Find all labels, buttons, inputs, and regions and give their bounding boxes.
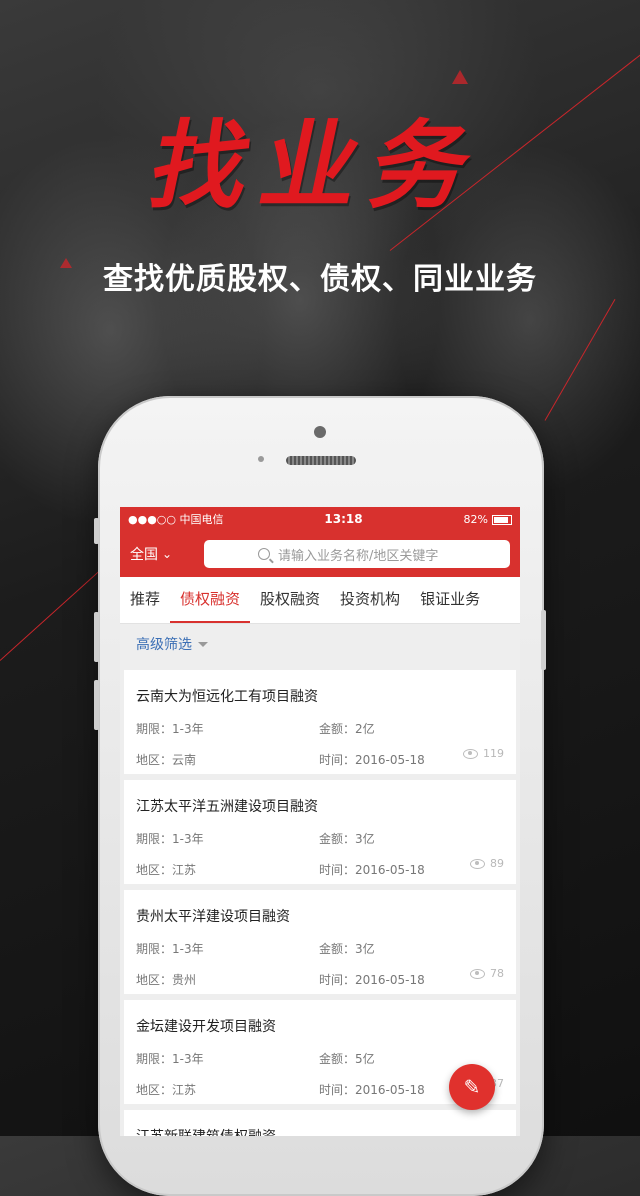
battery-status: 82% — [464, 513, 512, 526]
eye-icon — [470, 968, 485, 979]
filter-label: 高级筛选 — [136, 637, 192, 653]
project-amount: 金额：5亿 — [319, 1052, 375, 1066]
project-region: 地区：江苏 — [136, 1083, 197, 1097]
project-title: 江苏太平洋五洲建设项目融资 — [136, 799, 318, 815]
project-region: 地区：云南 — [136, 753, 197, 767]
project-amount: 金额：3亿 — [319, 942, 375, 956]
search-icon — [258, 548, 270, 560]
tab-recommend[interactable]: 推荐 — [120, 577, 170, 623]
decor-triangle-icon — [452, 70, 468, 84]
region-label: 全国 — [130, 547, 158, 563]
phone-speaker — [286, 456, 356, 465]
tab-investment-institutions[interactable]: 投资机构 — [330, 577, 410, 623]
project-term: 期限：1-3年 — [136, 832, 204, 846]
view-count-value: 119 — [483, 747, 504, 760]
advanced-filter[interactable]: 高级筛选 — [120, 624, 520, 664]
phone-side-button — [94, 612, 99, 662]
project-time: 时间：2016-05-18 — [319, 753, 425, 767]
eye-icon — [463, 748, 478, 759]
status-bar: ●●●○○ 中国电信 13:18 82% — [120, 507, 520, 531]
project-card[interactable]: 江苏新联建筑债权融资 — [124, 1110, 516, 1136]
phone-camera — [314, 426, 326, 438]
hero-subtitle: 查找优质股权、债权、同业业务 — [103, 262, 537, 297]
project-card[interactable]: 江苏太平洋五洲建设项目融资 期限：1-3年 金额：3亿 地区：江苏 时间：2016-… — [124, 780, 516, 884]
pencil-icon: ✎ — [463, 1075, 481, 1099]
create-post-button[interactable]: ✎ — [449, 1064, 495, 1110]
caret-down-icon — [198, 641, 208, 647]
chevron-down-icon: ⌄ — [162, 547, 173, 561]
phone-sensor — [258, 456, 264, 462]
tab-equity-financing[interactable]: 股权融资 — [250, 577, 330, 623]
top-navbar: 全国 ⌄ 请输入业务名称/地区关键字 — [120, 531, 520, 577]
search-placeholder: 请输入业务名称/地区关键字 — [278, 548, 439, 564]
tab-bank-securities[interactable]: 银证业务 — [410, 577, 490, 623]
project-time: 时间：2016-05-18 — [319, 1083, 425, 1097]
project-title: 贵州太平洋建设项目融资 — [136, 909, 290, 925]
project-amount: 金额：2亿 — [319, 722, 375, 736]
view-count: 119 — [463, 747, 504, 760]
project-term: 期限：1-3年 — [136, 722, 204, 736]
project-card[interactable]: 贵州太平洋建设项目融资 期限：1-3年 金额：3亿 地区：贵州 时间：2016-05… — [124, 890, 516, 994]
battery-label: 82% — [463, 512, 488, 526]
app-screen: ●●●○○ 中国电信 13:18 82% 全国 ⌄ 请输入业务名称/地区关键字 … — [120, 507, 520, 1136]
phone-side-button — [94, 680, 99, 730]
project-amount: 金额：3亿 — [319, 832, 375, 846]
phone-side-button — [94, 518, 99, 544]
project-title: 云南大为恒远化工有项目融资 — [136, 689, 318, 705]
view-count: 78 — [470, 967, 504, 980]
project-term: 期限：1-3年 — [136, 1052, 204, 1066]
carrier-label: ●●●○○ 中国电信 — [128, 513, 224, 526]
phone-side-button — [541, 610, 546, 670]
clock: 13:18 — [324, 512, 363, 526]
battery-icon — [492, 514, 512, 525]
project-region: 地区：江苏 — [136, 863, 197, 877]
view-count-value: 78 — [490, 967, 504, 980]
hero-title: 找业务 — [141, 109, 496, 222]
region-selector[interactable]: 全国 ⌄ — [130, 544, 204, 564]
search-input[interactable]: 请输入业务名称/地区关键字 — [204, 540, 510, 568]
project-time: 时间：2016-05-18 — [319, 863, 425, 877]
eye-icon — [470, 858, 485, 869]
project-time: 时间：2016-05-18 — [319, 973, 425, 987]
view-count-value: 89 — [490, 857, 504, 870]
project-term: 期限：1-3年 — [136, 942, 204, 956]
view-count: 89 — [470, 857, 504, 870]
project-title: 金坛建设开发项目融资 — [136, 1019, 276, 1035]
category-tabs: 推荐 债权融资 股权融资 投资机构 银证业务 — [120, 577, 520, 624]
project-region: 地区：贵州 — [136, 973, 197, 987]
project-card[interactable]: 云南大为恒远化工有项目融资 期限：1-3年 金额：2亿 地区：云南 时间：2016-… — [124, 670, 516, 774]
project-title: 江苏新联建筑债权融资 — [136, 1126, 504, 1136]
tab-debt-financing[interactable]: 债权融资 — [170, 577, 251, 623]
